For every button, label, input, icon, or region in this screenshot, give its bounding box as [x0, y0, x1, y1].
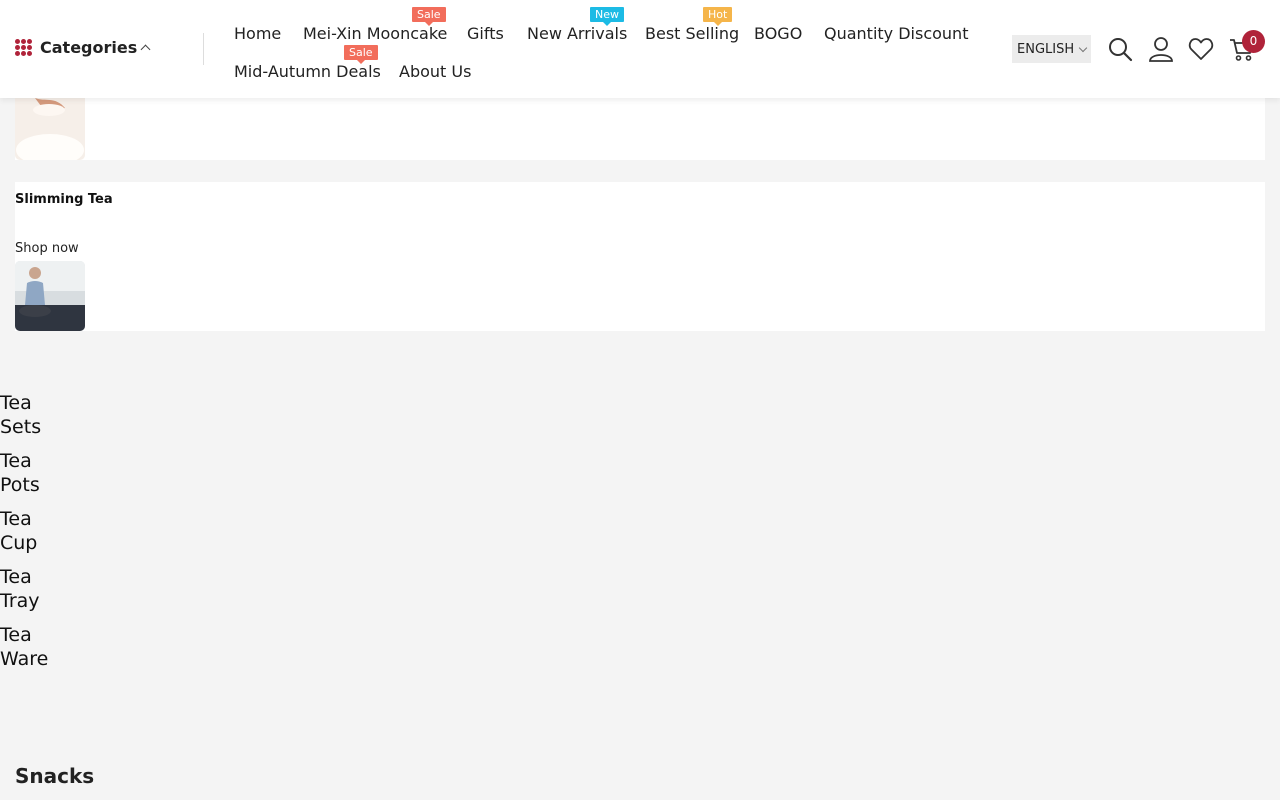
nav-home[interactable]: Home: [234, 24, 281, 43]
nav-about-us[interactable]: About Us: [399, 62, 471, 81]
new-badge: New: [590, 7, 624, 26]
sale-badge: Sale: [344, 45, 378, 64]
language-label: ENGLISH: [1017, 41, 1075, 57]
cart-count-badge: 0: [1242, 30, 1265, 53]
site-header: Categories Home Mei-Xin Mooncake Sale Gi…: [0, 0, 1280, 98]
heart-icon[interactable]: [1188, 36, 1214, 62]
nav-new-arrivals[interactable]: New Arrivals: [527, 24, 627, 43]
slimming-tea-card: Slimming Tea Shop now: [15, 182, 1265, 331]
shop-now-link[interactable]: Shop now: [15, 241, 79, 256]
grid-icon: [15, 39, 32, 56]
nav-quantity-discount[interactable]: Quantity Discount: [824, 24, 968, 43]
snacks-section-title: Snacks: [15, 764, 95, 788]
chevron-up-icon: [140, 44, 151, 55]
nav-gifts[interactable]: Gifts: [467, 24, 504, 43]
slimming-tea-image[interactable]: [15, 261, 85, 331]
hot-badge: Hot: [703, 7, 733, 26]
card-title: Slimming Tea: [15, 192, 113, 207]
tea-cup-link[interactable]: Tea Cup: [0, 507, 60, 555]
search-icon[interactable]: [1107, 36, 1133, 62]
tea-pots-link[interactable]: Tea Pots: [0, 449, 60, 497]
tea-sets-link[interactable]: Tea Sets: [0, 391, 60, 439]
header-divider: [203, 33, 204, 65]
cream-jar-image[interactable]: [15, 90, 85, 160]
nav-mooncake[interactable]: Mei-Xin Mooncake: [303, 24, 447, 43]
chevron-down-icon: [1078, 43, 1088, 52]
tea-ware-link[interactable]: Tea Ware: [0, 623, 60, 671]
tea-tray-link[interactable]: Tea Tray: [0, 565, 60, 613]
nav-mid-autumn-deals[interactable]: Mid-Autumn Deals: [234, 62, 381, 81]
user-icon[interactable]: [1148, 36, 1174, 62]
categories-toggle[interactable]: Categories: [15, 38, 151, 57]
sale-badge: Sale: [412, 7, 446, 26]
categories-label: Categories: [40, 38, 138, 57]
nav-best-selling[interactable]: Best Selling: [645, 24, 739, 43]
nav-bogo[interactable]: BOGO: [754, 24, 802, 43]
language-selector[interactable]: ENGLISH: [1012, 35, 1091, 63]
